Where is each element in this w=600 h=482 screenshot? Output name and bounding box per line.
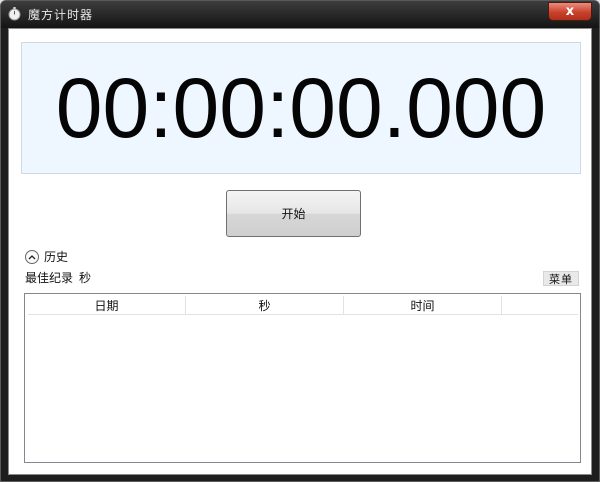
- title-bar[interactable]: 魔方计时器 x: [1, 1, 599, 28]
- client-area: 00:00:00.000 开始 历史 最佳纪录秒 菜单 日期 秒 时间: [8, 28, 592, 475]
- menu-button[interactable]: 菜单: [543, 271, 579, 286]
- close-icon: x: [565, 4, 575, 19]
- timer-display: 00:00:00.000: [21, 42, 581, 174]
- history-toggle[interactable]: 历史: [25, 248, 68, 265]
- best-record-label: 最佳纪录: [25, 271, 74, 285]
- close-button[interactable]: x: [548, 2, 592, 21]
- history-table[interactable]: 日期 秒 时间: [24, 293, 581, 463]
- window-title: 魔方计时器: [28, 8, 94, 22]
- stopwatch-icon: [8, 7, 21, 21]
- best-record-unit: 秒: [79, 271, 92, 285]
- app-window: 魔方计时器 x 00:00:00.000 开始 历史 最佳纪录秒 菜单 日期 秒…: [0, 0, 600, 482]
- column-header-filler: [502, 296, 578, 314]
- best-record: 最佳纪录秒: [25, 269, 91, 286]
- column-header-date[interactable]: 日期: [28, 296, 186, 314]
- column-header-time[interactable]: 时间: [344, 296, 502, 314]
- column-header-seconds[interactable]: 秒: [186, 296, 344, 314]
- start-button[interactable]: 开始: [226, 190, 361, 237]
- table-header: 日期 秒 时间: [28, 296, 578, 315]
- history-label: 历史: [44, 250, 69, 264]
- chevron-up-icon[interactable]: [25, 249, 39, 264]
- timer-readout: 00:00:00.000: [55, 61, 547, 155]
